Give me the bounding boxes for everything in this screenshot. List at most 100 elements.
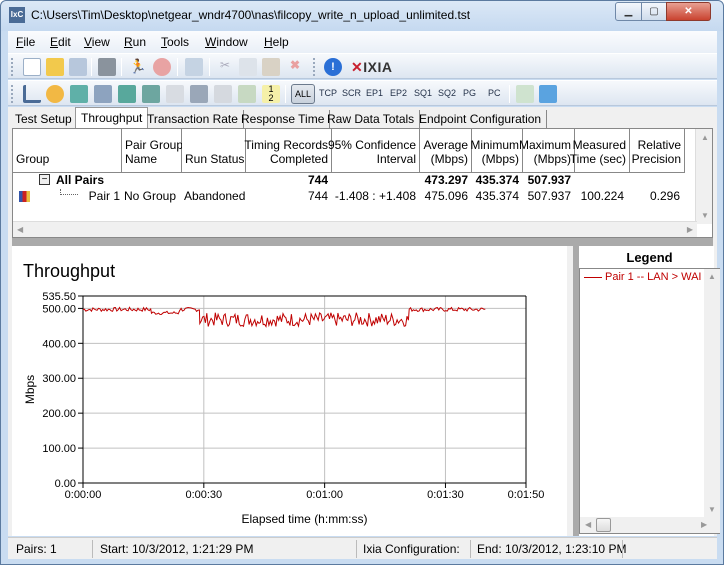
open-folder-icon[interactable] [46,58,64,76]
print-icon[interactable] [98,58,116,76]
tab-transaction-rate[interactable]: Transaction Rate [142,110,244,128]
new-file-icon[interactable] [23,58,41,76]
info-icon[interactable]: ! [324,58,342,76]
toolbar-grip[interactable] [313,58,316,76]
pane-splitter[interactable] [12,238,713,246]
paste-icon[interactable] [262,58,280,76]
menu-help[interactable]: Help [264,35,289,49]
stop-icon[interactable] [153,58,171,76]
menu-window[interactable]: Window [205,35,248,49]
scroll-down-icon[interactable]: ▼ [708,505,716,514]
filter-tcp-button[interactable]: TCP [319,88,337,98]
row-minimum: 435.374 [475,189,519,203]
close-button[interactable]: ✕ [666,2,711,21]
scroll-up-icon[interactable]: ▲ [708,272,716,281]
tag-icon[interactable] [238,85,256,103]
copy-icon[interactable] [239,58,257,76]
results-grid: Group Pair Group Name Run Status Timing … [12,128,713,238]
scroll-left-icon[interactable]: ◀ [585,520,591,529]
save-icon[interactable] [69,58,87,76]
group-icon[interactable] [94,85,112,103]
col-timing-records[interactable]: Timing Records Completed [244,129,332,173]
summary-average: 473.297 [424,173,468,187]
toolbar-grip[interactable] [11,85,14,103]
toolbar-separator [509,85,510,103]
col-group[interactable]: Group [13,129,122,173]
cut-icon[interactable]: ✂ [216,58,234,76]
legend-item[interactable]: Pair 1 -- LAN > WAI [584,271,701,283]
col-minimum[interactable]: Minimum (Mbps) [470,129,523,173]
row-confidence-interval: -1.408 : +1.408 [334,189,416,203]
col-run-status[interactable]: Run Status [182,129,246,173]
tab-endpoint-configuration[interactable]: Endpoint Configuration [414,110,548,128]
col-confidence-interval[interactable]: 95% Confidence Interval [328,129,420,173]
script-icon[interactable] [214,85,232,103]
menu-view[interactable]: View [84,35,110,49]
broadcast-icon[interactable] [142,85,160,103]
signature-icon[interactable] [190,85,208,103]
scroll-down-icon[interactable]: ▼ [701,211,709,220]
filter-ep2-button[interactable]: EP2 [390,88,407,98]
menu-edit[interactable]: Edit [50,35,71,49]
col-pair-group-name[interactable]: Pair Group Name [122,129,183,173]
upload-icon[interactable] [539,85,557,103]
monitor-icon[interactable] [118,85,136,103]
pair-icon[interactable] [23,85,41,103]
grid-vertical-scrollbar[interactable]: ▲ ▼ [695,129,712,224]
filter-pc-button[interactable]: PC [488,88,501,98]
edit-icon[interactable] [166,85,184,103]
filter-sq1-button[interactable]: SQ1 [414,88,432,98]
status-start-time: Start: 10/3/2012, 1:21:29 PM [100,542,254,556]
row-pair-group-name: No Group [124,189,177,203]
scroll-left-icon[interactable]: ◀ [17,225,23,234]
menu-label: ile [23,35,36,49]
filter-toolbar: 12 ALL TCP SCR EP1 EP2 SQ1 SQ2 PG PC [8,80,717,106]
menu-label: dit [58,35,71,49]
minimize-button[interactable]: ▁ [615,2,642,21]
scroll-right-icon[interactable]: ▶ [687,225,693,234]
tab-throughput[interactable]: Throughput [75,107,149,128]
filter-scr-button[interactable]: SCR [342,88,361,98]
col-measured-time[interactable]: Measured Time (sec) [570,129,630,173]
endpoint-icon[interactable] [70,85,88,103]
legend-horizontal-scrollbar[interactable]: ◀ ▶ [580,517,720,533]
col-maximum[interactable]: Maximum (Mbps) [519,129,575,173]
phone-icon[interactable] [46,85,64,103]
col-average[interactable]: Average (Mbps) [420,129,472,173]
filter-ep1-button[interactable]: EP1 [366,88,383,98]
menu-accel: W [205,35,217,49]
main-toolbar: 🏃 ✂ ✖ ! ✕IXIA [8,53,717,79]
menu-label: elp [272,35,289,49]
y-tick-label: 535.50 [42,291,76,303]
menu-tools[interactable]: Tools [161,35,189,49]
collapse-toggle[interactable]: − [39,174,50,185]
toolbar-grip[interactable] [11,58,14,76]
filter-all-button[interactable]: ALL [291,84,315,104]
row-maximum: 507.937 [527,189,571,203]
x-tick-label: 0:00:30 [185,489,222,501]
tab-test-setup[interactable]: Test Setup [10,110,78,128]
scroll-right-icon[interactable]: ▶ [701,520,707,529]
row-timing-records: 744 [307,189,328,203]
numbering-icon[interactable]: 12 [262,85,280,103]
maximize-button[interactable]: ▢ [641,2,667,21]
scroll-up-icon[interactable]: ▲ [701,133,709,142]
toolbar-separator [285,85,286,103]
grid-horizontal-scrollbar[interactable]: ◀ ▶ [13,221,697,237]
export-icon[interactable] [516,85,534,103]
run-icon[interactable]: 🏃 [129,58,147,76]
tree-connector [60,189,78,195]
legend-vertical-scrollbar[interactable]: ▲ ▼ [704,269,720,518]
tab-raw-data-totals[interactable]: Raw Data Totals [322,110,421,128]
filter-pg-button[interactable]: PG [463,88,476,98]
menu-run[interactable]: Run [124,35,146,49]
scroll-thumb[interactable] [596,518,611,532]
delete-icon[interactable]: ✖ [286,58,304,76]
menu-file[interactable]: File [16,35,35,49]
refresh-icon[interactable] [185,58,203,76]
app-icon: IxC [9,7,25,23]
col-relative-precision[interactable]: Relative Precision [630,129,685,173]
filter-sq2-button[interactable]: SQ2 [438,88,456,98]
x-tick-label: 0:01:00 [306,489,343,501]
tab-response-time[interactable]: Response Time [236,110,331,128]
